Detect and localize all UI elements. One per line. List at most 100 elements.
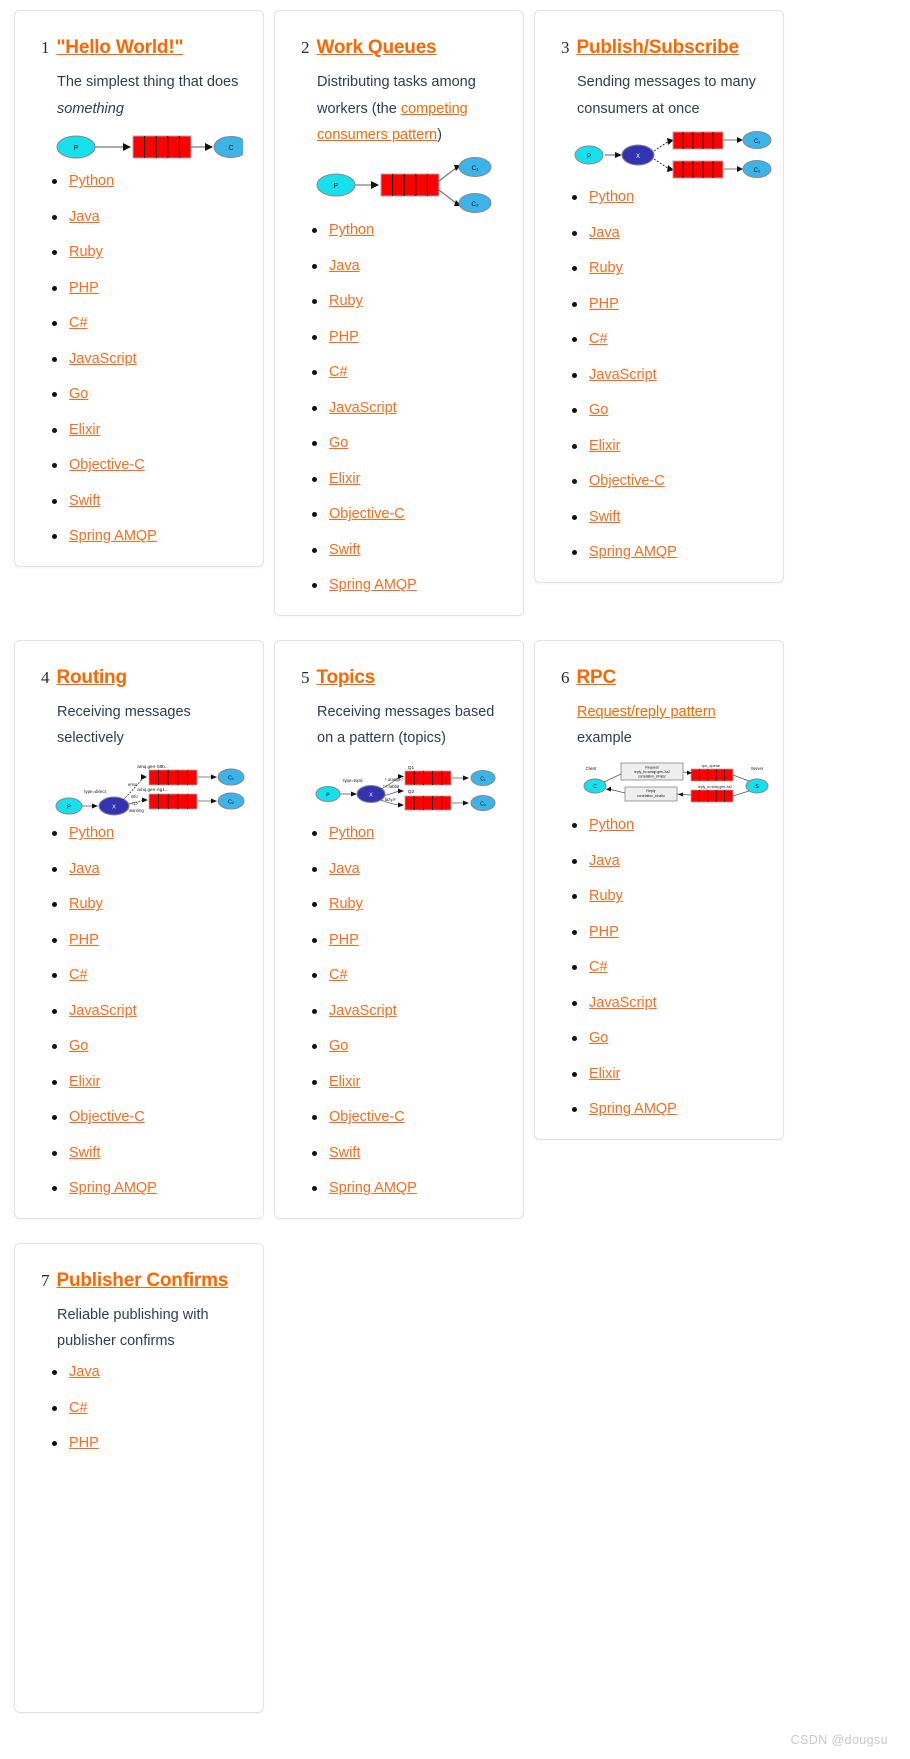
- list-item: Spring AMQP: [572, 544, 767, 560]
- card-title-link[interactable]: "Hello World!": [57, 37, 184, 59]
- language-link[interactable]: PHP: [69, 280, 99, 296]
- language-link[interactable]: Swift: [589, 509, 620, 525]
- language-list: Python Java Ruby PHP C# JavaScript Go El…: [31, 174, 247, 544]
- language-link[interactable]: JavaScript: [69, 351, 137, 367]
- language-link[interactable]: C#: [69, 1400, 88, 1416]
- language-link[interactable]: Objective-C: [589, 473, 665, 489]
- language-link[interactable]: Java: [329, 258, 360, 274]
- language-link[interactable]: Spring AMQP: [589, 544, 677, 560]
- language-link[interactable]: Go: [589, 1030, 608, 1046]
- language-link[interactable]: Java: [589, 225, 620, 241]
- language-link[interactable]: C#: [329, 364, 348, 380]
- language-link[interactable]: PHP: [589, 296, 619, 312]
- language-link[interactable]: Swift: [69, 1145, 100, 1161]
- language-link[interactable]: Spring AMQP: [329, 1180, 417, 1196]
- language-link[interactable]: Elixir: [329, 1074, 360, 1090]
- language-link[interactable]: C#: [329, 967, 348, 983]
- language-link[interactable]: PHP: [329, 932, 359, 948]
- language-link[interactable]: Go: [69, 1038, 88, 1054]
- language-link[interactable]: Elixir: [69, 1074, 100, 1090]
- language-link[interactable]: Ruby: [589, 888, 623, 904]
- language-link[interactable]: Elixir: [329, 471, 360, 487]
- language-link[interactable]: PHP: [69, 1435, 99, 1451]
- language-list: Java C# PHP: [31, 1365, 247, 1451]
- language-link[interactable]: Swift: [329, 1145, 360, 1161]
- language-link[interactable]: PHP: [329, 329, 359, 345]
- list-item: Objective-C: [312, 506, 507, 522]
- language-link[interactable]: Ruby: [69, 244, 103, 260]
- language-link[interactable]: Python: [329, 825, 374, 841]
- card-title-link[interactable]: Publisher Confirms: [57, 1270, 229, 1292]
- list-item: Elixir: [572, 438, 767, 454]
- language-link[interactable]: C#: [69, 315, 88, 331]
- language-link[interactable]: Swift: [329, 542, 360, 558]
- language-link[interactable]: Spring AMQP: [69, 528, 157, 544]
- language-link[interactable]: C#: [589, 331, 608, 347]
- language-link[interactable]: Objective-C: [329, 506, 405, 522]
- language-link[interactable]: Elixir: [589, 1066, 620, 1082]
- card-title-link[interactable]: Topics: [317, 667, 376, 689]
- svg-text:C₂: C₂: [471, 201, 479, 208]
- language-link[interactable]: Ruby: [69, 896, 103, 912]
- language-link[interactable]: Go: [329, 435, 348, 451]
- language-link[interactable]: Go: [589, 402, 608, 418]
- watermark: CSDN @dougsu: [790, 1733, 888, 1747]
- svg-text:P: P: [587, 154, 591, 160]
- card-title-link[interactable]: RPC: [577, 667, 617, 689]
- language-link[interactable]: Java: [589, 853, 620, 869]
- svg-text:rpc_queue: rpc_queue: [702, 764, 720, 768]
- svg-text:C₂: C₂: [754, 168, 761, 174]
- language-link[interactable]: Python: [589, 189, 634, 205]
- language-link[interactable]: JavaScript: [329, 400, 397, 416]
- language-link[interactable]: Python: [589, 817, 634, 833]
- language-link[interactable]: Java: [69, 861, 100, 877]
- language-link[interactable]: Python: [329, 222, 374, 238]
- language-link[interactable]: Swift: [69, 493, 100, 509]
- card-title-link[interactable]: Publish/Subscribe: [577, 37, 740, 59]
- language-link[interactable]: Ruby: [329, 896, 363, 912]
- tutorial-card-publisher-confirms[interactable]: 7 Publisher Confirms Reliable publishing…: [14, 1242, 264, 1713]
- language-link[interactable]: Ruby: [589, 260, 623, 276]
- tutorial-card-routing[interactable]: 4 Routing Receiving messages selectively…: [14, 639, 264, 1219]
- language-link[interactable]: Java: [69, 1364, 100, 1380]
- language-link[interactable]: Spring AMQP: [69, 1180, 157, 1196]
- language-link[interactable]: Python: [69, 825, 114, 841]
- language-link[interactable]: JavaScript: [329, 1003, 397, 1019]
- language-link[interactable]: PHP: [589, 924, 619, 940]
- language-link[interactable]: C#: [589, 959, 608, 975]
- language-link[interactable]: JavaScript: [69, 1003, 137, 1019]
- card-title-link[interactable]: Routing: [57, 667, 128, 689]
- language-link[interactable]: Objective-C: [69, 1109, 145, 1125]
- list-item: JavaScript: [572, 367, 767, 383]
- language-link[interactable]: JavaScript: [589, 367, 657, 383]
- language-link[interactable]: Elixir: [589, 438, 620, 454]
- description-inline-link[interactable]: Request/reply pattern: [577, 704, 716, 720]
- card-number: 3: [561, 38, 570, 57]
- language-link[interactable]: C#: [69, 967, 88, 983]
- language-link[interactable]: PHP: [69, 932, 99, 948]
- language-link[interactable]: Java: [329, 861, 360, 877]
- language-link[interactable]: Objective-C: [69, 457, 145, 473]
- language-link[interactable]: Python: [69, 173, 114, 189]
- language-link[interactable]: Go: [329, 1038, 348, 1054]
- language-link[interactable]: Objective-C: [329, 1109, 405, 1125]
- card-title-link[interactable]: Work Queues: [317, 37, 437, 59]
- list-item: JavaScript: [52, 351, 247, 367]
- language-link[interactable]: Go: [69, 386, 88, 402]
- language-link[interactable]: JavaScript: [589, 995, 657, 1011]
- card-header: 7 Publisher Confirms: [41, 1270, 247, 1292]
- svg-text:info: info: [131, 794, 138, 799]
- language-link[interactable]: Ruby: [329, 293, 363, 309]
- tutorial-card-rpc[interactable]: 6 RPC Request/reply pattern example Clie…: [534, 639, 784, 1140]
- tutorial-card-publish-subscribe[interactable]: 3 Publish/Subscribe Sending messages to …: [534, 10, 784, 583]
- tutorial-card-work-queues[interactable]: 2 Work Queues Distributing tasks among w…: [274, 10, 524, 616]
- list-item: Spring AMQP: [572, 1101, 767, 1117]
- list-item: Ruby: [52, 896, 247, 912]
- tutorial-card-hello-world[interactable]: 1 "Hello World!" The simplest thing that…: [14, 10, 264, 567]
- tutorial-card-topics[interactable]: 5 Topics Receiving messages based on a p…: [274, 639, 524, 1219]
- language-link[interactable]: Elixir: [69, 422, 100, 438]
- language-link[interactable]: Java: [69, 209, 100, 225]
- list-item: Swift: [572, 509, 767, 525]
- language-link[interactable]: Spring AMQP: [589, 1101, 677, 1117]
- language-link[interactable]: Spring AMQP: [329, 577, 417, 593]
